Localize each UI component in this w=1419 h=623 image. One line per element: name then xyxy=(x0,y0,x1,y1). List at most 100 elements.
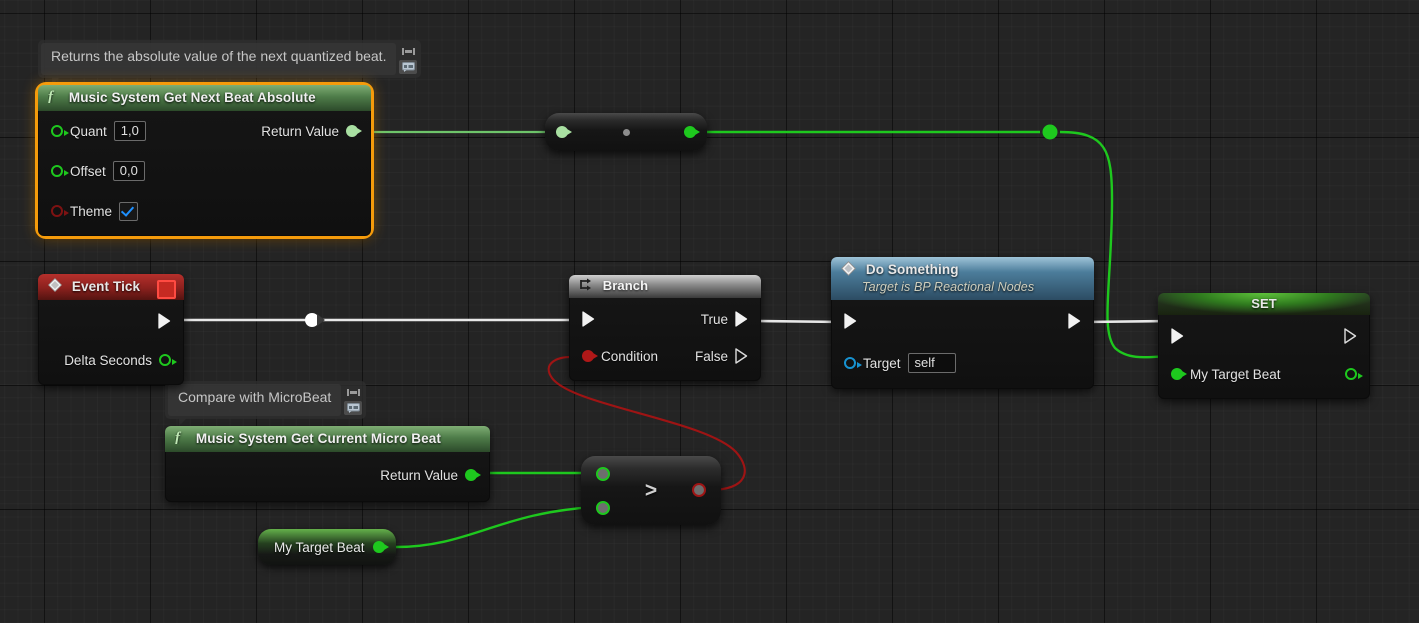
pin-exec-output[interactable] xyxy=(1068,313,1081,329)
comment-text: Returns the absolute value of the next q… xyxy=(41,43,397,75)
comment-buttons xyxy=(399,43,418,75)
comment-text: Compare with MicroBeat xyxy=(168,384,342,416)
event-diamond-icon xyxy=(48,278,62,295)
pin-row-theme: Theme xyxy=(39,197,370,225)
comment-bubble-icon[interactable] xyxy=(344,401,363,415)
input-target-value[interactable]: self xyxy=(907,353,956,373)
function-icon: f xyxy=(175,430,186,447)
pin-row-offset: Offset 0,0 xyxy=(39,157,370,185)
pin-icon[interactable] xyxy=(344,385,362,399)
node-body: Delta Seconds xyxy=(38,300,184,385)
node-music-system-get-current-micro-beat[interactable]: f Music System Get Current Micro Beat Re… xyxy=(165,426,490,502)
pin-exec-input[interactable] xyxy=(844,313,857,329)
pin-my-target-beat-output[interactable] xyxy=(1345,368,1363,380)
pin-row-exec xyxy=(1159,322,1369,350)
pin-label-target: Target xyxy=(863,355,901,371)
pin-exec-input[interactable] xyxy=(582,311,595,327)
pin-row-delta-seconds: Delta Seconds xyxy=(39,346,183,374)
event-stop-badge[interactable] xyxy=(157,280,176,299)
node-title: Do Something xyxy=(865,262,959,277)
pin-theme-input[interactable] xyxy=(51,205,69,217)
node-title: SET xyxy=(1251,296,1277,311)
input-quant-value[interactable]: 1,0 xyxy=(113,121,146,141)
comment-buttons xyxy=(344,384,363,416)
pin-my-target-beat-output[interactable] xyxy=(372,541,389,553)
pin-offset-input[interactable] xyxy=(51,165,69,177)
pin-my-target-beat-input[interactable] xyxy=(1171,368,1187,380)
branch-icon xyxy=(579,278,593,294)
node-compact-reroute[interactable] xyxy=(545,113,707,151)
pin-return-value-output[interactable] xyxy=(346,125,362,137)
node-title: Music System Get Next Beat Absolute xyxy=(68,90,316,105)
node-branch[interactable]: Branch True Condition False xyxy=(569,275,761,381)
compact-center-dot xyxy=(622,128,630,136)
node-header: SET xyxy=(1158,293,1370,315)
pin-delta-seconds-output[interactable] xyxy=(159,354,177,366)
pin-icon[interactable] xyxy=(399,44,417,58)
node-get-my-target-beat[interactable]: My Target Beat xyxy=(258,529,396,565)
comment-bubble-microbeat[interactable]: Compare with MicroBeat xyxy=(165,381,367,426)
pin-row-return-value: Return Value xyxy=(166,461,489,489)
pin-return-value-output[interactable] xyxy=(465,469,481,481)
pin-row-target: Target self xyxy=(832,349,1093,377)
pin-label-condition: Condition xyxy=(601,348,659,364)
node-set-my-target-beat[interactable]: SET My Target Beat xyxy=(1158,293,1370,399)
pin-label-true: True xyxy=(700,311,728,327)
pin-greater-than-output[interactable] xyxy=(692,483,706,497)
node-header: Branch xyxy=(569,275,761,298)
comment-bubble-next-beat[interactable]: Returns the absolute value of the next q… xyxy=(38,40,422,85)
pin-row-exec-out xyxy=(39,308,183,334)
node-body: Target self xyxy=(831,300,1094,389)
pin-exec-output[interactable] xyxy=(158,313,171,329)
input-offset-value[interactable]: 0,0 xyxy=(112,161,145,181)
pin-quant-input[interactable] xyxy=(51,125,69,137)
pin-row-quant: Quant 1,0 Return Value xyxy=(39,117,370,145)
input-theme-checkbox[interactable] xyxy=(119,201,139,221)
comment-bubble-icon[interactable] xyxy=(399,60,418,74)
compact-operator: > xyxy=(644,478,658,502)
node-header: Event Tick xyxy=(38,274,184,300)
pin-exec-true-output[interactable] xyxy=(735,311,748,327)
function-icon: f xyxy=(48,89,59,106)
blueprint-graph-canvas[interactable]: Returns the absolute value of the next q… xyxy=(0,0,1419,623)
pin-row-exec xyxy=(832,307,1093,335)
pin-row-my-target-beat: My Target Beat xyxy=(1159,360,1369,388)
pin-compact-input[interactable] xyxy=(556,126,572,138)
pin-label-return-value: Return Value xyxy=(380,467,458,483)
pin-compact-output[interactable] xyxy=(684,126,700,138)
node-title: Branch xyxy=(602,278,649,293)
pin-exec-false-output[interactable] xyxy=(735,348,748,364)
node-header: Do Something Target is BP Reactional Nod… xyxy=(831,257,1094,300)
node-header: f Music System Get Next Beat Absolute xyxy=(38,85,371,111)
node-body: My Target Beat xyxy=(1158,315,1370,399)
pin-greater-than-input-b[interactable] xyxy=(596,501,610,515)
getter-label: My Target Beat xyxy=(274,539,365,555)
node-greater-than[interactable]: > xyxy=(581,456,721,525)
pin-label-false: False xyxy=(694,348,728,364)
pin-row-exec-true: True xyxy=(570,305,760,333)
pin-condition-input[interactable] xyxy=(582,350,598,362)
pin-exec-output[interactable] xyxy=(1344,328,1357,344)
event-diamond-icon xyxy=(841,261,856,279)
pin-label-offset: Offset xyxy=(70,163,106,179)
pin-label-return-value: Return Value xyxy=(261,123,339,139)
comment-tail xyxy=(179,418,187,426)
svg-text:f: f xyxy=(48,89,55,103)
node-subtitle: Target is BP Reactional Nodes xyxy=(862,280,1035,294)
node-music-system-get-next-beat-absolute[interactable]: f Music System Get Next Beat Absolute Qu… xyxy=(38,85,371,236)
node-do-something[interactable]: Do Something Target is BP Reactional Nod… xyxy=(831,257,1094,389)
node-title: Music System Get Current Micro Beat xyxy=(195,431,441,446)
node-header: f Music System Get Current Micro Beat xyxy=(165,426,490,452)
pin-label-delta-seconds: Delta Seconds xyxy=(64,352,152,368)
data-reroute-dot xyxy=(1042,124,1058,140)
comment-tail xyxy=(52,77,60,85)
pin-target-input[interactable] xyxy=(844,357,862,369)
pin-label-theme: Theme xyxy=(70,203,113,219)
node-body: Return Value xyxy=(165,452,490,502)
exec-reroute-dot xyxy=(305,313,319,327)
pin-exec-input[interactable] xyxy=(1171,328,1184,344)
pin-greater-than-input-a[interactable] xyxy=(596,467,610,481)
node-body: True Condition False xyxy=(569,298,761,381)
node-title: Event Tick xyxy=(71,279,141,294)
node-event-tick[interactable]: Event Tick Delta Seconds xyxy=(38,274,184,385)
